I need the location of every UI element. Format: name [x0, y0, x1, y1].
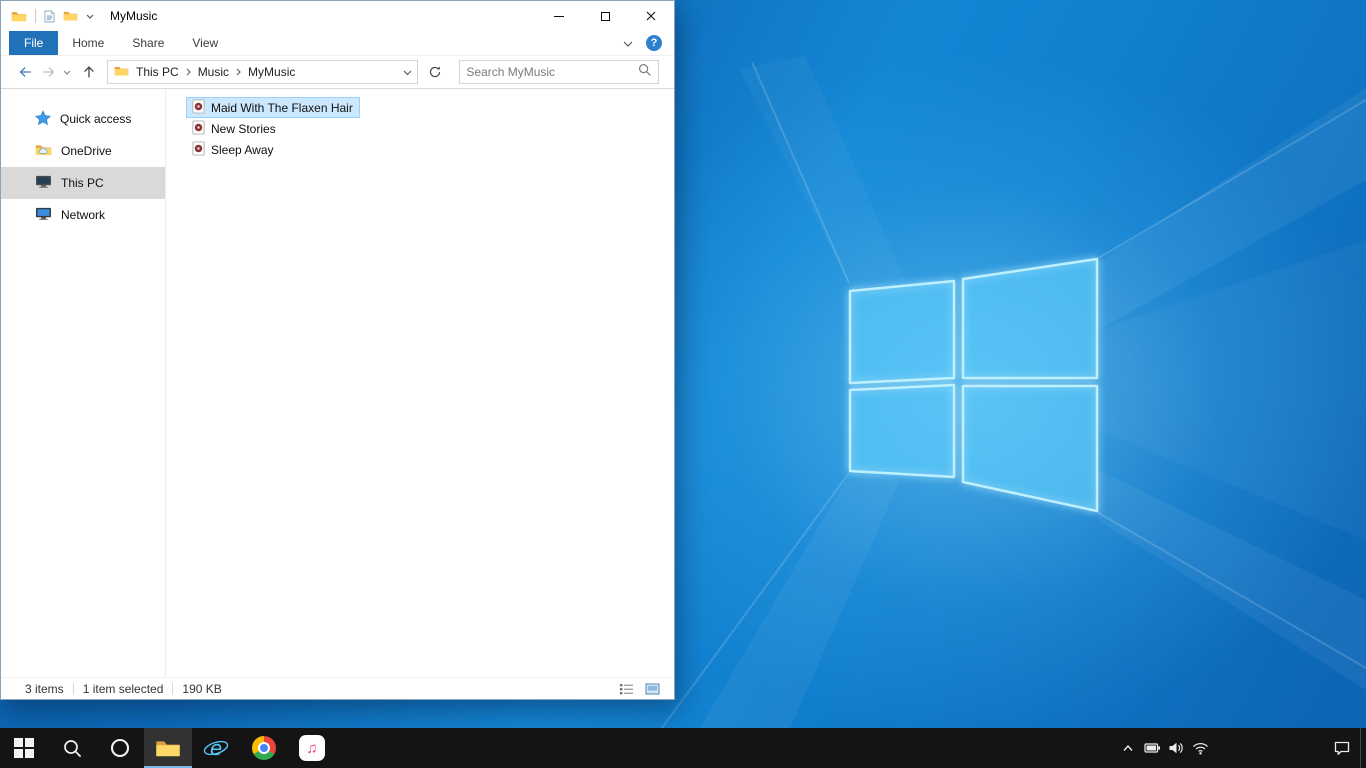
- forward-button[interactable]: [40, 64, 57, 80]
- sidebar-item-label: Quick access: [60, 112, 132, 126]
- onedrive-folder-icon: [35, 143, 52, 160]
- large-icons-view-button[interactable]: [642, 680, 662, 698]
- search-icon[interactable]: [638, 63, 652, 82]
- sidebar-item-label: Network: [61, 208, 106, 222]
- refresh-button[interactable]: [424, 60, 446, 84]
- windows-logo-icon: [14, 738, 34, 758]
- taskbar-search-button[interactable]: [48, 728, 96, 768]
- status-separator: [172, 682, 174, 695]
- qat-new-folder-icon[interactable]: [63, 10, 78, 22]
- navigation-bar: This PC Music MyMusic: [1, 56, 674, 89]
- volume-icon[interactable]: [1164, 728, 1188, 768]
- maximize-icon: [600, 11, 610, 21]
- expand-ribbon-chevron-icon[interactable]: [623, 34, 633, 52]
- ie-icon: e: [203, 736, 229, 760]
- tab-home[interactable]: Home: [58, 31, 118, 55]
- desktop: MyMusic File Home Share View ? This PC M…: [0, 0, 1366, 768]
- sidebar-item-quick-access[interactable]: Quick access: [1, 103, 165, 135]
- ribbon-tab-bar: File Home Share View ?: [1, 31, 674, 56]
- network-monitor-icon: [35, 206, 52, 224]
- qat-properties-icon[interactable]: [44, 9, 55, 23]
- tray-spacer: [1212, 728, 1324, 768]
- battery-icon[interactable]: [1140, 728, 1164, 768]
- qat-chevron-down-icon[interactable]: [86, 14, 94, 19]
- sidebar-item-onedrive[interactable]: OneDrive: [1, 135, 165, 167]
- breadcrumb-this-pc[interactable]: This PC: [135, 65, 180, 79]
- taskbar-file-explorer-button[interactable]: [144, 728, 192, 768]
- status-bar: 3 items 1 item selected 190 KB: [1, 677, 674, 699]
- tab-file[interactable]: File: [9, 31, 59, 55]
- show-desktop-button[interactable]: [1360, 728, 1366, 768]
- up-button[interactable]: [81, 64, 97, 80]
- taskbar-internet-explorer-button[interactable]: e: [192, 728, 240, 768]
- action-center-icon: [1334, 741, 1350, 755]
- audio-file-icon: [191, 119, 206, 138]
- this-pc-monitor-icon: [35, 174, 52, 192]
- details-view-button[interactable]: [616, 680, 636, 698]
- tab-share[interactable]: Share: [118, 31, 178, 55]
- address-folder-icon: [114, 65, 129, 80]
- status-separator: [72, 682, 74, 695]
- breadcrumb-music[interactable]: Music: [197, 65, 230, 79]
- search-input[interactable]: [466, 65, 638, 79]
- sidebar-item-network[interactable]: Network: [1, 199, 165, 231]
- breadcrumb-chevron-icon[interactable]: [236, 65, 241, 79]
- file-explorer-window: MyMusic File Home Share View ? This PC M…: [0, 0, 675, 700]
- file-name: Sleep Away: [211, 142, 274, 157]
- file-name: Maid With The Flaxen Hair: [211, 100, 353, 115]
- caption-buttons: [536, 1, 674, 31]
- breadcrumb-mymusic[interactable]: MyMusic: [247, 65, 296, 79]
- tab-view[interactable]: View: [178, 31, 232, 55]
- music-note-icon: ♫: [299, 735, 325, 761]
- system-tray: [1116, 728, 1366, 768]
- file-list: Maid With The Flaxen Hair New Stories Sl…: [166, 89, 674, 677]
- wifi-icon[interactable]: [1188, 728, 1212, 768]
- audio-file-icon: [191, 98, 206, 117]
- sidebar-item-label: OneDrive: [61, 144, 112, 158]
- address-bar[interactable]: This PC Music MyMusic: [107, 60, 419, 84]
- navigation-pane: Quick access OneDrive This PC Network: [1, 89, 166, 677]
- action-center-button[interactable]: [1324, 728, 1360, 768]
- window-title: MyMusic: [110, 9, 158, 23]
- folder-icon: [156, 740, 180, 756]
- item-count: 3 items: [25, 681, 64, 696]
- quick-access-star-icon: [35, 109, 51, 129]
- chrome-icon: [252, 736, 276, 760]
- selection-count: 1 item selected: [82, 681, 164, 696]
- taskbar-chrome-button[interactable]: [240, 728, 288, 768]
- file-row-new-stories[interactable]: New Stories: [186, 118, 283, 139]
- file-row-maid-with-the-flaxen-hair[interactable]: Maid With The Flaxen Hair: [186, 97, 360, 118]
- cortana-button[interactable]: [96, 728, 144, 768]
- maximize-button[interactable]: [582, 1, 628, 31]
- window-folder-icon: [11, 10, 27, 23]
- audio-file-icon: [191, 140, 206, 159]
- minimize-icon: [554, 15, 564, 17]
- address-dropdown-chevron-icon[interactable]: [403, 65, 412, 79]
- svg-text:e: e: [210, 736, 222, 760]
- taskbar: e ♫: [0, 728, 1366, 768]
- close-icon: [646, 11, 656, 21]
- recent-locations-chevron-icon[interactable]: [63, 70, 71, 75]
- selection-size: 190 KB: [182, 681, 222, 696]
- breadcrumb-chevron-icon[interactable]: [186, 65, 191, 79]
- search-icon: [63, 739, 81, 757]
- search-box[interactable]: [459, 60, 659, 84]
- taskbar-itunes-button[interactable]: ♫: [288, 728, 336, 768]
- hidden-icons-chevron-icon[interactable]: [1116, 728, 1140, 768]
- back-button[interactable]: [17, 64, 34, 80]
- sidebar-item-this-pc[interactable]: This PC: [1, 167, 165, 199]
- start-button[interactable]: [0, 728, 48, 768]
- file-name: New Stories: [211, 121, 276, 136]
- file-row-sleep-away[interactable]: Sleep Away: [186, 139, 281, 160]
- title-bar[interactable]: MyMusic: [1, 1, 674, 31]
- sidebar-item-label: This PC: [61, 176, 104, 190]
- help-button[interactable]: ?: [646, 35, 662, 51]
- close-button[interactable]: [628, 1, 674, 31]
- minimize-button[interactable]: [536, 1, 582, 31]
- cortana-ring-icon: [110, 738, 130, 758]
- qat-separator: [35, 9, 36, 23]
